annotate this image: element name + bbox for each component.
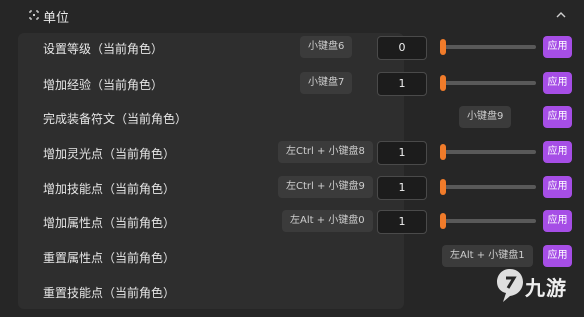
apply-button[interactable]: 应用	[543, 36, 572, 58]
option-label: 增加经验（当前角色）	[43, 78, 164, 92]
slider-handle[interactable]	[440, 75, 446, 91]
value-slider[interactable]	[440, 75, 536, 91]
option-label: 增加技能点（当前角色）	[43, 182, 176, 196]
option-row-add-attribute-points: 增加属性点（当前角色） 左Alt + 小键盘0 1 应用	[0, 205, 584, 239]
chevron-up-icon[interactable]	[554, 8, 568, 22]
apply-button[interactable]: 应用	[543, 210, 572, 232]
watermark-icon	[497, 269, 523, 302]
value-input[interactable]: 1	[377, 176, 427, 200]
option-row-add-aura-points: 增加灵光点（当前角色） 左Ctrl + 小键盘8 1 应用	[0, 136, 584, 170]
watermark-text: 九游	[525, 276, 567, 300]
slider-handle[interactable]	[440, 144, 446, 160]
apply-button[interactable]: 应用	[543, 106, 572, 128]
value-input[interactable]: 1	[377, 210, 427, 234]
value-slider[interactable]	[440, 144, 536, 160]
value-slider[interactable]	[440, 179, 536, 195]
option-label: 设置等级（当前角色）	[43, 42, 164, 56]
apply-button[interactable]: 应用	[543, 72, 572, 94]
section-header[interactable]: 单位	[0, 0, 584, 34]
hotkey-badge: 小键盘7	[300, 72, 353, 94]
option-label: 增加灵光点（当前角色）	[43, 147, 176, 161]
option-label: 完成装备符文（当前角色）	[43, 112, 188, 126]
unit-panel: 单位 设置等级（当前角色） 小键盘6 0 应用 增加经验（当前角色） 小键盘7 …	[0, 0, 584, 317]
hotkey-badge: 小键盘9	[459, 106, 512, 128]
option-row-set-level: 设置等级（当前角色） 小键盘6 0 应用	[0, 31, 584, 65]
hotkey-badge: 小键盘6	[300, 36, 353, 58]
option-row-complete-runes: 完成装备符文（当前角色） 小键盘9 应用	[0, 101, 584, 135]
apply-button[interactable]: 应用	[543, 176, 572, 198]
hotkey-badge: 左Ctrl + 小键盘9	[278, 176, 373, 198]
hotkey-badge: 左Alt + 小键盘0	[282, 210, 373, 232]
value-slider[interactable]	[440, 213, 536, 229]
slider-handle[interactable]	[440, 213, 446, 229]
option-row-add-exp: 增加经验（当前角色） 小键盘7 1 应用	[0, 67, 584, 101]
slider-handle[interactable]	[440, 39, 446, 55]
apply-button[interactable]: 应用	[543, 141, 572, 163]
watermark-logo: 九游	[492, 260, 584, 317]
option-label: 重置属性点（当前角色）	[43, 251, 176, 265]
section-title: 单位	[43, 11, 70, 26]
value-slider[interactable]	[440, 39, 536, 55]
move-icon	[28, 9, 40, 21]
option-row-add-skill-points: 增加技能点（当前角色） 左Ctrl + 小键盘9 1 应用	[0, 171, 584, 205]
option-label: 重置技能点（当前角色）	[43, 286, 176, 300]
value-input[interactable]: 0	[377, 36, 427, 60]
option-label: 增加属性点（当前角色）	[43, 216, 176, 230]
hotkey-badge: 左Ctrl + 小键盘8	[278, 141, 373, 163]
value-input[interactable]: 1	[377, 72, 427, 96]
slider-handle[interactable]	[440, 179, 446, 195]
value-input[interactable]: 1	[377, 141, 427, 165]
